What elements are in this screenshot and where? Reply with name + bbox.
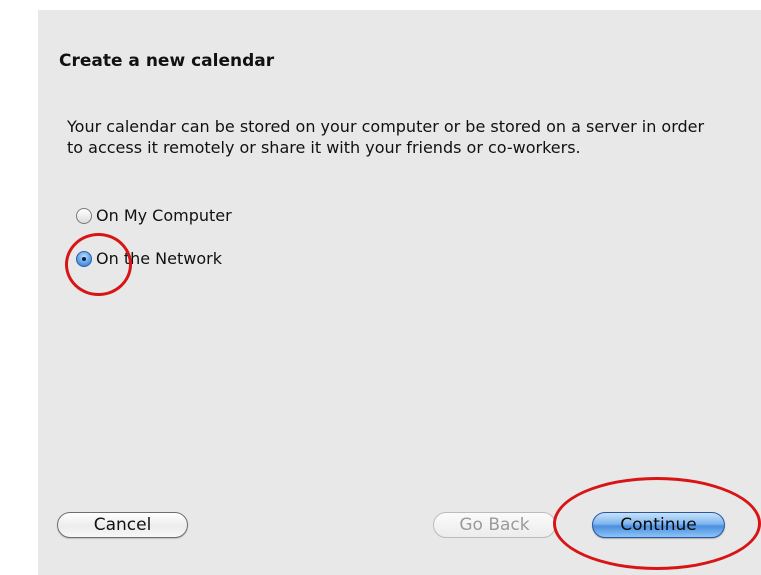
option-label-on-my-computer: On My Computer: [96, 206, 232, 225]
radio-on-the-network[interactable]: [76, 250, 92, 267]
continue-button[interactable]: Continue: [592, 512, 725, 538]
radio-on-my-computer[interactable]: [76, 207, 92, 224]
dialog-title: Create a new calendar: [59, 51, 275, 71]
new-calendar-dialog: Create a new calendar Your calendar can …: [38, 10, 761, 575]
option-label-on-the-network: On the Network: [96, 249, 222, 268]
dialog-description: Your calendar can be stored on your comp…: [67, 117, 705, 157]
option-on-the-network[interactable]: On the Network: [76, 249, 222, 268]
option-on-my-computer[interactable]: On My Computer: [76, 206, 232, 225]
go-back-button[interactable]: Go Back: [433, 512, 556, 538]
cancel-button[interactable]: Cancel: [57, 512, 188, 538]
